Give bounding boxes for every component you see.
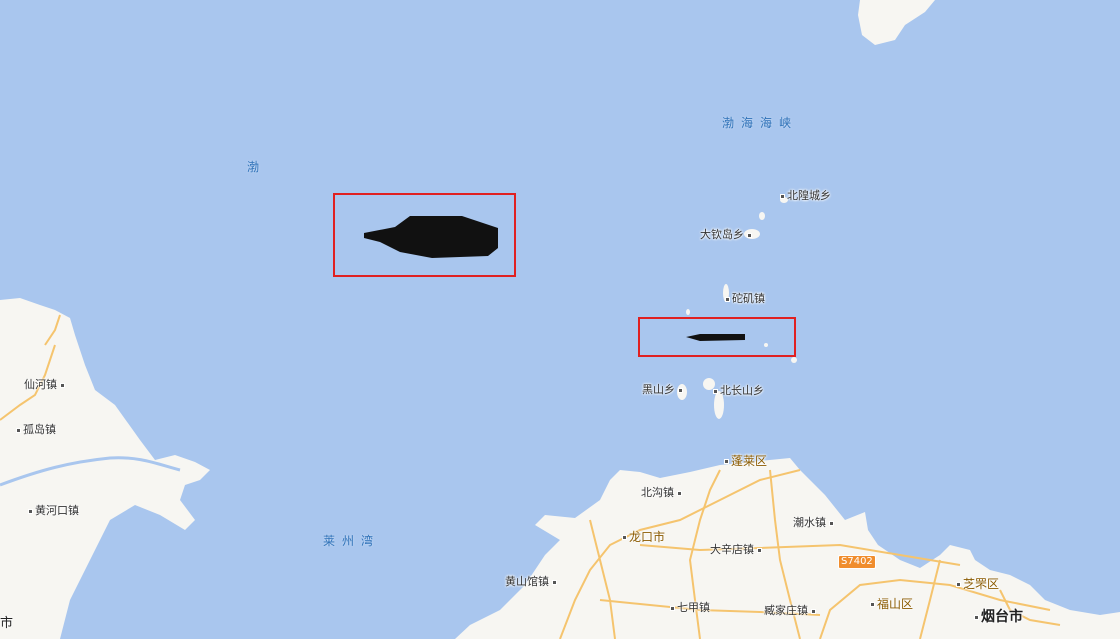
label-huanghekou: 黄河口镇 <box>28 504 79 517</box>
island-small-2 <box>686 309 690 315</box>
label-zhifu: 芝罘区 <box>956 578 999 591</box>
label-heishan: 黑山乡 <box>642 383 683 396</box>
island-small-3 <box>791 357 797 363</box>
label-zangjiazhuang: 臧家庄镇 <box>764 604 816 617</box>
label-chaoshui: 潮水镇 <box>793 516 834 529</box>
map-view[interactable]: 渤 渤海海峡 莱州湾 北隍城乡 大钦岛乡 砣矶镇 黑山乡 北长山乡 蓬莱区 北沟… <box>0 0 1120 639</box>
label-daxindian: 大辛店镇 <box>710 543 762 556</box>
label-beihuangcheng: 北隍城乡 <box>780 189 831 202</box>
label-tuoji: 砣矶镇 <box>725 292 765 305</box>
label-gudao: 孤岛镇 <box>16 423 56 436</box>
label-beichangshan: 北长山乡 <box>713 384 764 397</box>
label-yantai: 烟台市 <box>974 610 1023 624</box>
label-left-city-fragment: 市 <box>0 616 14 631</box>
land-liaodong <box>858 0 935 45</box>
road-shield-s7402: S7402 <box>838 555 876 569</box>
label-xianhe: 仙河镇 <box>24 378 65 391</box>
label-huangshanguan: 黄山馆镇 <box>505 575 557 588</box>
highlight-box-2 <box>638 317 796 357</box>
label-daqindao: 大钦岛乡 <box>700 228 752 241</box>
label-penglai: 蓬莱区 <box>724 455 767 468</box>
label-bohai-strait: 渤海海峡 <box>722 116 799 130</box>
map-base <box>0 0 1120 639</box>
label-beigou: 北沟镇 <box>641 486 682 499</box>
highlight-box-1 <box>333 193 516 277</box>
label-fushan: 福山区 <box>870 598 913 611</box>
label-laizhou-bay: 莱州湾 <box>323 534 381 548</box>
label-bohai: 渤 <box>247 160 267 174</box>
island-small-1 <box>759 212 765 220</box>
label-longkou: 龙口市 <box>622 531 665 544</box>
label-qijia: 七甲镇 <box>670 601 710 614</box>
